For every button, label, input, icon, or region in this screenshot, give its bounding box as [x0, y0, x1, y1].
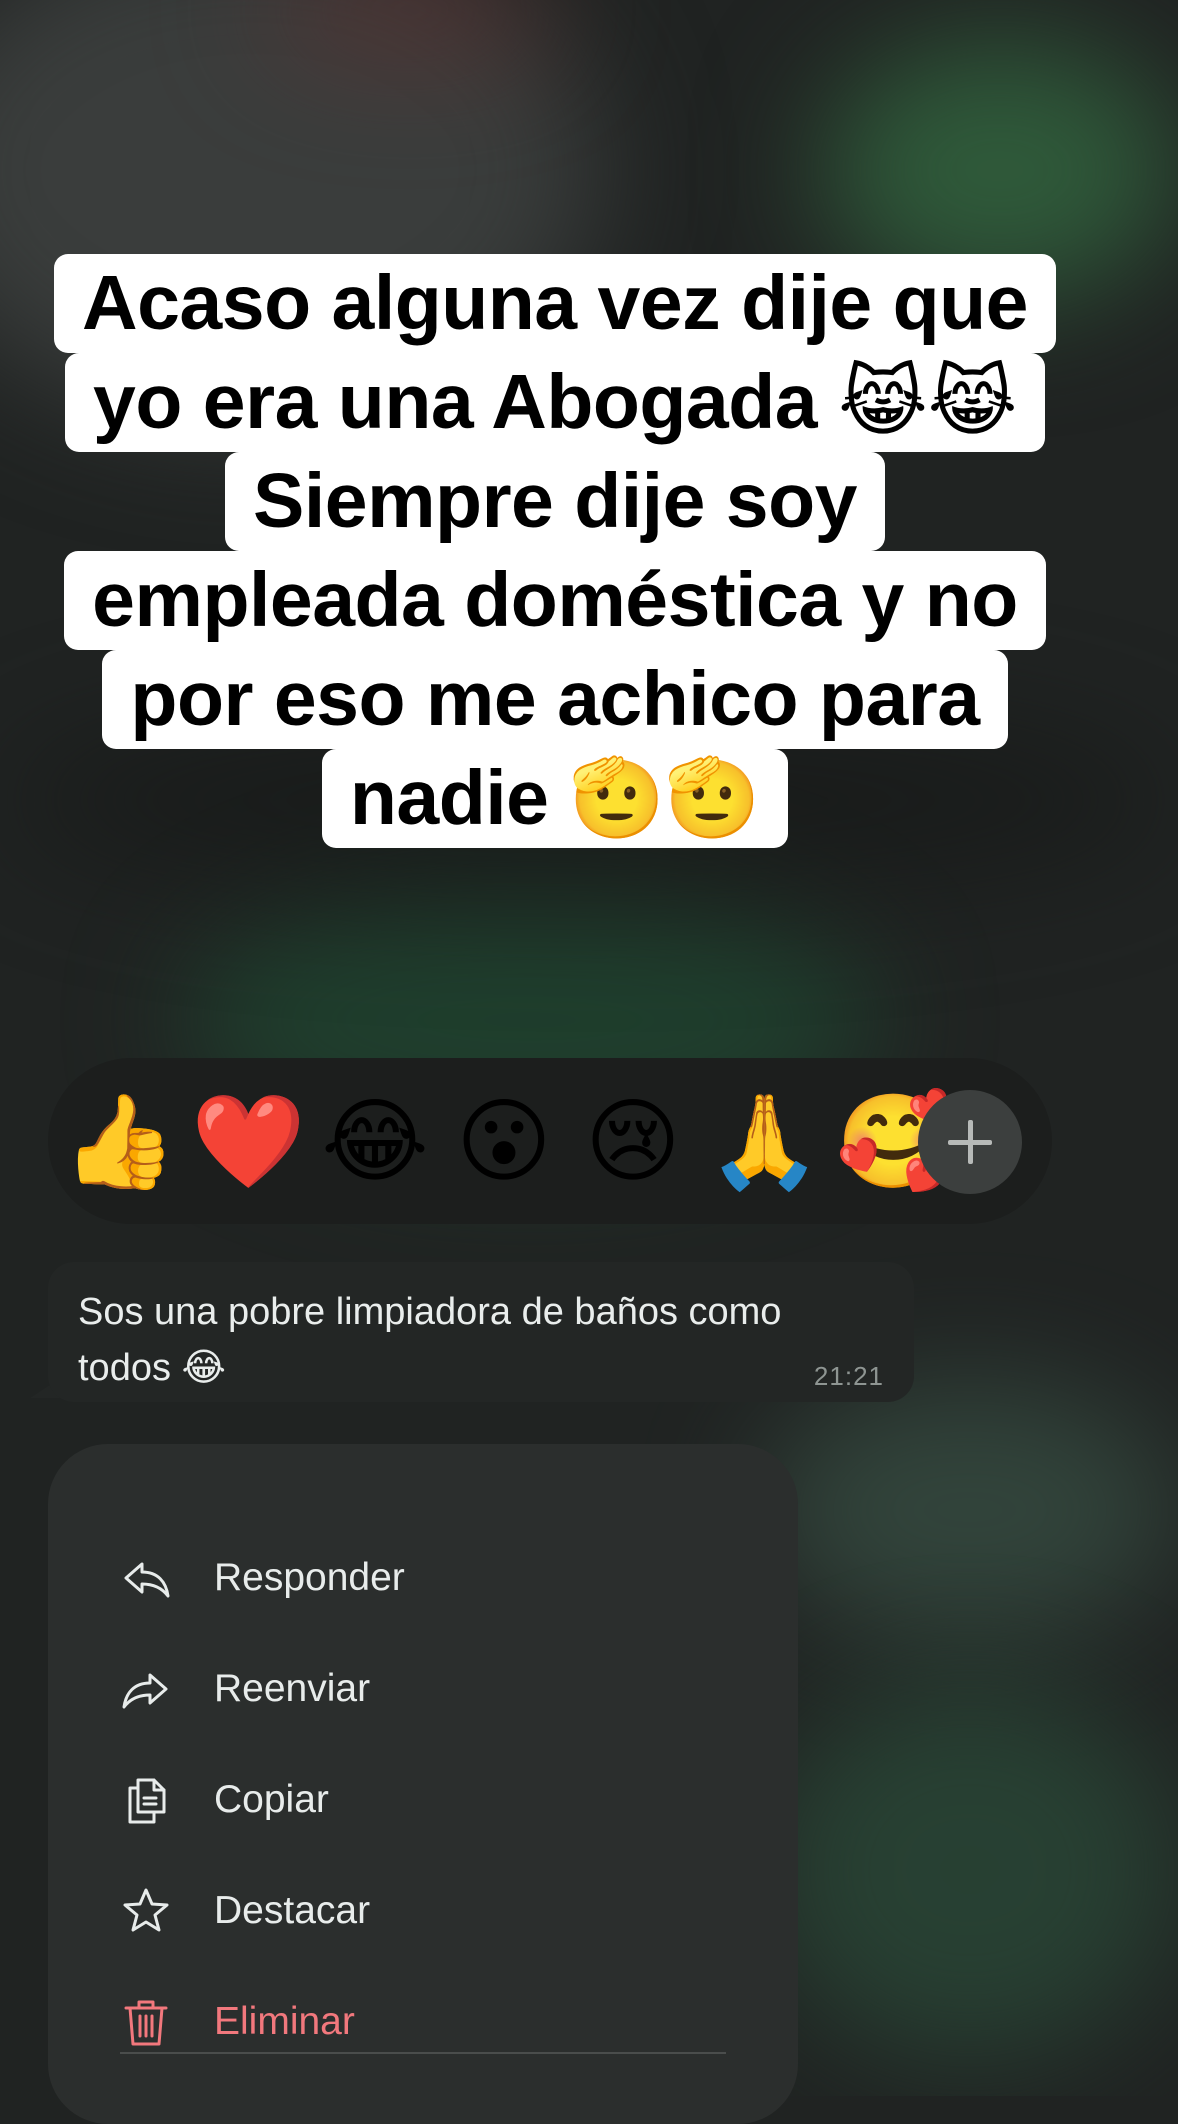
menu-item-label: Responder	[214, 1556, 405, 1599]
message-time: 21:21	[813, 1361, 884, 1391]
menu-item-label: Reenviar	[214, 1667, 371, 1710]
caption-line: nadie 🫡🫡	[321, 749, 789, 848]
reaction-laughing[interactable]: 😂	[320, 1094, 430, 1190]
menu-item-copy[interactable]: Copiar	[48, 1748, 798, 1848]
more-reactions-button[interactable]	[918, 1090, 1022, 1194]
reaction-heart[interactable]: ❤️	[191, 1094, 306, 1190]
forward-icon	[122, 1673, 168, 1709]
reply-icon	[124, 1562, 170, 1598]
reaction-thumbs-up[interactable]: 👍	[62, 1094, 177, 1190]
menu-item-label: Copiar	[214, 1778, 329, 1821]
message-text: Sos una pobre limpiadora de baños como t…	[78, 1291, 782, 1389]
menu-divider	[120, 2052, 726, 2054]
menu-item-star[interactable]: Destacar	[48, 1859, 798, 1959]
caption-line: Acaso alguna vez dije que	[53, 254, 1056, 353]
reaction-praying[interactable]: 🙏	[707, 1094, 822, 1190]
star-icon	[123, 1888, 169, 1932]
menu-item-reply[interactable]: Responder	[48, 1526, 798, 1626]
message-bubble[interactable]: Sos una pobre limpiadora de baños como t…	[48, 1262, 914, 1402]
menu-item-label: Destacar	[214, 1889, 371, 1932]
caption-line: Siempre dije soy	[225, 452, 885, 551]
caption-line: por eso me achico para	[102, 650, 1008, 749]
trash-icon	[124, 2000, 168, 2046]
menu-item-delete[interactable]: Eliminar	[48, 1970, 798, 2070]
caption-line: yo era una Abogada 😹😹	[65, 353, 1045, 452]
caption-overlay: Acaso alguna vez dije que yo era una Abo…	[36, 254, 1074, 848]
reaction-surprised[interactable]: 😮	[449, 1094, 559, 1190]
copy-icon	[128, 1778, 166, 1824]
message-context-menu: Responder Reenviar Copiar Destacar Elimi…	[48, 1444, 798, 2124]
reaction-crying[interactable]: 😢	[578, 1094, 688, 1190]
menu-item-label: Eliminar	[214, 2000, 355, 2043]
reaction-bar: 👍 ❤️ 😂 😮 😢 🙏 🥰	[48, 1058, 1052, 1224]
caption-line: empleada doméstica y no	[64, 551, 1046, 650]
menu-item-forward[interactable]: Reenviar	[48, 1637, 798, 1737]
